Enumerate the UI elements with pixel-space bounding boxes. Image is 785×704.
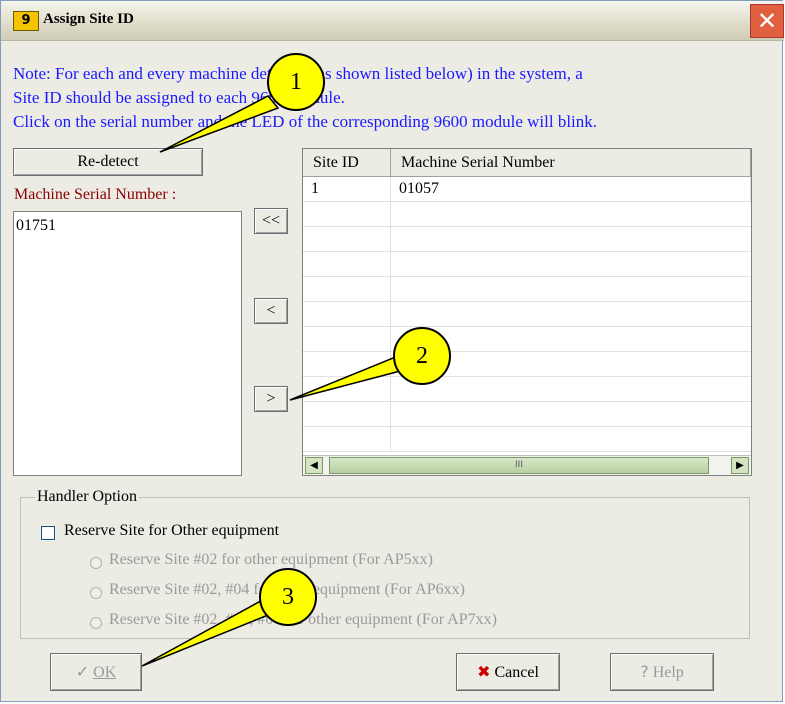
note-line-3: Click on the serial number and the LED o… xyxy=(13,112,598,131)
callout-1: 1 xyxy=(267,53,325,111)
callout-2: 2 xyxy=(393,327,451,385)
machine-serial-list[interactable]: 01751 xyxy=(13,211,242,476)
table-row-empty xyxy=(303,327,751,352)
cell-serial: 01057 xyxy=(391,177,751,202)
redetect-button[interactable]: Re-detect xyxy=(13,148,203,176)
table-row-empty xyxy=(303,252,751,277)
move-left-button[interactable]: < xyxy=(254,298,288,324)
table-row-empty xyxy=(303,402,751,427)
help-label: Help xyxy=(652,664,684,681)
app-icon: 9 xyxy=(13,11,39,31)
cancel-button[interactable]: ✖ Cancel xyxy=(456,653,560,691)
table-row-empty xyxy=(303,277,751,302)
handler-option-title: Handler Option xyxy=(35,488,139,506)
title-bar[interactable]: 9 Assign Site ID ✕ xyxy=(1,1,784,41)
window-title: Assign Site ID xyxy=(43,11,134,27)
table-row-empty xyxy=(303,227,751,252)
table-row-empty xyxy=(303,427,751,452)
move-right-button[interactable]: > xyxy=(254,386,288,412)
scroll-left-icon[interactable]: ◀ xyxy=(305,457,323,474)
ok-button[interactable]: ✓ OK xyxy=(50,653,142,691)
help-button[interactable]: ? Help xyxy=(610,653,714,691)
cancel-label: Cancel xyxy=(494,664,539,681)
radio-ap5xx[interactable] xyxy=(90,557,102,569)
scroll-thumb[interactable]: III xyxy=(329,457,709,474)
table-row-empty xyxy=(303,302,751,327)
radio-ap7xx[interactable] xyxy=(90,617,102,629)
column-header-serial[interactable]: Machine Serial Number xyxy=(391,149,751,177)
column-header-site-id[interactable]: Site ID xyxy=(303,149,391,177)
radio-ap5xx-label[interactable]: Reserve Site #02 for other equipment (Fo… xyxy=(109,551,433,569)
cancel-x-icon: ✖ xyxy=(477,662,491,681)
help-question-icon: ? xyxy=(640,662,649,681)
table-row[interactable]: 1 01057 xyxy=(303,177,751,202)
machine-serial-label: Machine Serial Number : xyxy=(14,186,177,203)
table-row-empty xyxy=(303,377,751,402)
horizontal-scrollbar[interactable]: ◀ III ▶ xyxy=(303,455,751,475)
callout-3: 3 xyxy=(259,568,317,626)
radio-ap6xx[interactable] xyxy=(90,587,102,599)
site-assignment-table[interactable]: Site ID Machine Serial Number 1 01057 ◀ … xyxy=(302,148,752,476)
reserve-site-checkbox[interactable] xyxy=(41,526,55,540)
scroll-right-icon[interactable]: ▶ xyxy=(731,457,749,474)
close-button[interactable]: ✕ xyxy=(750,4,784,38)
list-item[interactable]: 01751 xyxy=(16,217,56,235)
close-icon: ✕ xyxy=(756,7,778,35)
checkmark-icon: ✓ xyxy=(75,662,90,681)
cell-site-id: 1 xyxy=(303,177,391,202)
ok-label: OK xyxy=(93,664,117,681)
reserve-site-checkbox-label[interactable]: Reserve Site for Other equipment xyxy=(64,522,279,540)
table-row-empty xyxy=(303,352,751,377)
table-row-empty xyxy=(303,202,751,227)
move-all-left-button[interactable]: << xyxy=(254,208,288,234)
